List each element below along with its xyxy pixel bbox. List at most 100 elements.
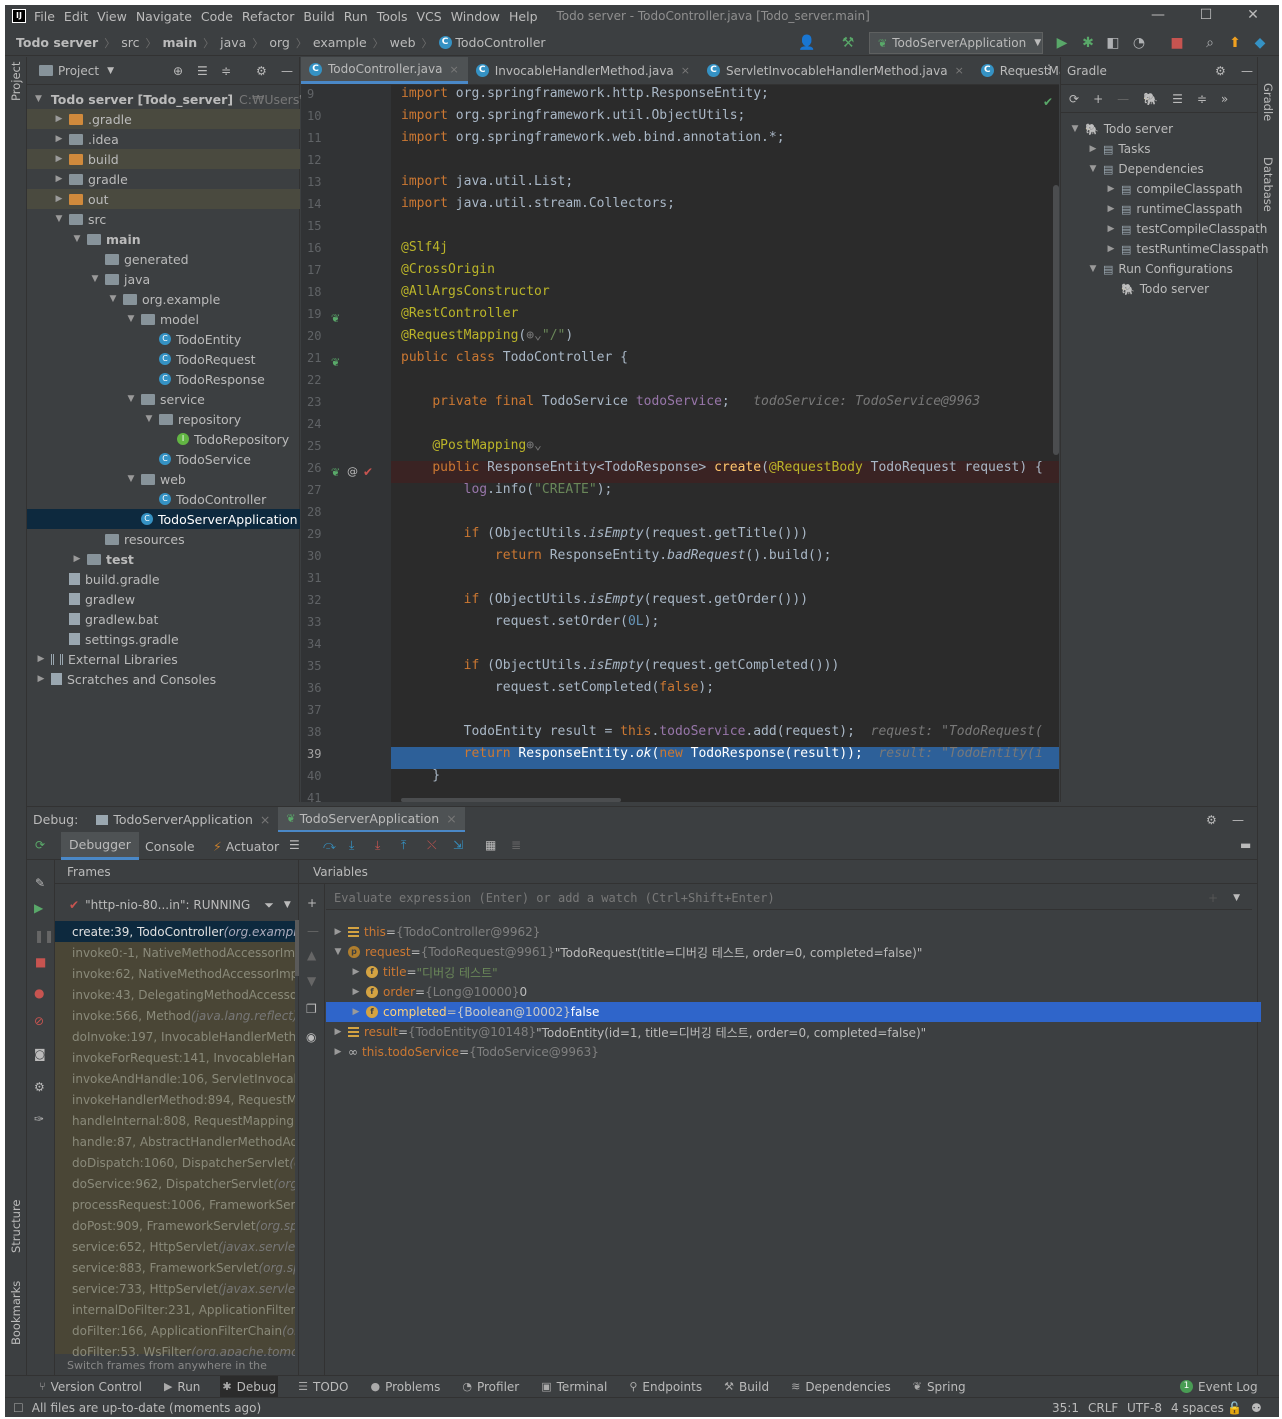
pause-icon[interactable]: ❚❚ — [34, 929, 54, 943]
code-line[interactable]: @RestController — [401, 306, 518, 321]
project-root-row[interactable]: ▼ Todo server [Todo_server] C:₩Users₩als… — [27, 89, 340, 109]
stack-frame[interactable]: invokeForRequest:141, InvocableHandlerM — [55, 1047, 295, 1068]
inspector-icon[interactable]: ⚉ — [1251, 1401, 1262, 1415]
menu-build[interactable]: Build — [303, 9, 334, 24]
code-line[interactable]: import java.util.List; — [401, 174, 573, 189]
breakpoint-icon[interactable]: ✔ — [363, 465, 373, 479]
close-icon[interactable]: × — [446, 811, 456, 826]
view-breakpoints-icon[interactable]: ● — [34, 986, 44, 1000]
variable-row[interactable]: ▶ f order = {Long@10000} 0 — [326, 982, 1261, 1002]
watch-eye-icon[interactable]: ◉ — [306, 1030, 316, 1044]
step-into-icon[interactable]: ⤓ — [349, 838, 354, 853]
chevron-down-icon[interactable]: ⌄ — [1017, 63, 1025, 74]
update-icon[interactable]: ⬆ — [1225, 33, 1245, 53]
tab-debugger[interactable]: Debugger — [61, 832, 139, 860]
chevron-right-icon[interactable]: ▶ — [1105, 224, 1117, 234]
debug-session-tab[interactable]: TodoServerApplication × — [88, 807, 278, 833]
spring-bean-icon[interactable]: ❦ — [331, 312, 340, 325]
code-line[interactable]: public ResponseEntity<TodoResponse> crea… — [401, 460, 1043, 475]
gear-icon[interactable]: ⚙ — [256, 64, 267, 78]
stack-frame[interactable]: invokeAndHandle:106, ServletInvocableH — [55, 1068, 295, 1089]
minimize-icon[interactable]: — — [1135, 5, 1181, 27]
file-encoding[interactable]: UTF-8 — [1127, 1401, 1162, 1415]
project-stripe-button[interactable]: Project — [9, 62, 23, 101]
variable-row[interactable]: ▶ f title = "디버깅 테스트" — [326, 962, 1261, 982]
project-tree-item[interactable]: gradlew — [27, 589, 300, 609]
chevron-right-icon[interactable]: ▶ — [53, 154, 65, 164]
chevron-right-icon[interactable]: ▶ — [35, 674, 47, 684]
lock-icon[interactable]: 🔓 — [1227, 1401, 1242, 1415]
close-icon[interactable]: × — [681, 64, 690, 77]
chevron-right-icon[interactable]: ▶ — [71, 554, 83, 564]
remove-icon[interactable]: — — [1117, 92, 1129, 106]
gradle-elephant-icon[interactable]: 🐘 — [1143, 92, 1158, 106]
chevron-down-icon[interactable]: ▼ — [1069, 124, 1081, 134]
remove-watch-icon[interactable]: — — [307, 924, 319, 938]
evaluate-icon[interactable]: ▦ — [485, 838, 496, 852]
chevron-right-icon[interactable]: ▶ — [53, 194, 65, 204]
code-line[interactable]: @RequestMapping(⊕⌄"/") — [401, 328, 573, 343]
code-line[interactable]: request.setCompleted(false); — [401, 680, 714, 695]
menu-view[interactable]: View — [97, 9, 127, 24]
trace-icon[interactable]: ≣ — [511, 838, 521, 852]
expand-all-icon[interactable]: ☰ — [1172, 92, 1183, 106]
chevron-down-icon[interactable]: ▼ — [125, 474, 137, 484]
editor-tab[interactable]: C TodoController.java × — [301, 57, 468, 84]
build-hammer-icon[interactable]: ⚒ — [838, 33, 858, 53]
menu-navigate[interactable]: Navigate — [136, 9, 192, 24]
stack-frame[interactable]: service:883, FrameworkServlet (org.sprin… — [55, 1257, 295, 1278]
chevron-right-icon[interactable]: ▶ — [350, 967, 362, 977]
variable-row[interactable]: ▼ p request = {TodoRequest@9961} "TodoRequ… — [326, 942, 1261, 962]
editor-tab[interactable]: C InvocableHandlerMethod.java × — [468, 57, 699, 84]
code-line[interactable]: if (ObjectUtils.isEmpty(request.getOrder… — [401, 592, 808, 607]
stack-frame[interactable]: invokeHandlerMethod:894, RequestMapp — [55, 1089, 295, 1110]
hide-icon[interactable]: — — [1241, 64, 1253, 78]
close-icon[interactable]: × — [449, 63, 458, 76]
gradle-tree-item[interactable]: ▼ ▤ Dependencies — [1087, 159, 1204, 179]
code-line[interactable]: } — [401, 768, 440, 783]
search-icon[interactable]: ⌕ — [1200, 33, 1220, 53]
chevron-down-icon[interactable]: ▼ — [284, 900, 291, 910]
spring-bean-icon[interactable]: ❦ — [331, 356, 340, 369]
gear-icon[interactable]: ⚙ — [1206, 813, 1217, 827]
chevron-right-icon[interactable]: ▶ — [53, 134, 65, 144]
project-tree-item[interactable]: C TodoService — [27, 449, 300, 469]
chevron-down-icon[interactable]: ▼ — [107, 66, 114, 76]
chevron-down-icon[interactable]: ▼ — [125, 314, 137, 324]
chevron-down-icon[interactable]: ▼ — [143, 414, 155, 424]
breadcrumb-org[interactable]: org — [269, 35, 290, 50]
force-step-into-icon[interactable]: ⤓ — [375, 838, 380, 853]
stack-frame[interactable]: invoke:62, NativeMethodAccessorImpl (j — [55, 963, 295, 984]
stack-frame[interactable]: service:733, HttpServlet (javax.servlet.… — [55, 1278, 295, 1299]
wrench-icon[interactable]: ✎ — [35, 876, 45, 890]
chevron-right-icon[interactable]: ▶ — [350, 987, 362, 997]
project-tree-item[interactable]: settings.gradle — [27, 629, 300, 649]
breadcrumb-class[interactable]: TodoController — [455, 35, 545, 50]
bookmarks-stripe-button[interactable]: Bookmarks — [9, 1281, 23, 1345]
chevron-down-icon[interactable]: ▼ — [107, 294, 119, 304]
variable-row[interactable]: ▶ ∞ this.todoService = {TodoService@9963} — [326, 1042, 1261, 1062]
menu-help[interactable]: Help — [509, 9, 538, 24]
debug-session-tab-active[interactable]: ❦ TodoServerApplication × — [278, 806, 465, 833]
pin-icon[interactable]: ✑ — [34, 1112, 44, 1126]
code-line[interactable]: log.info("CREATE"); — [401, 482, 613, 497]
gear-icon[interactable]: ⚙ — [1215, 64, 1226, 78]
project-tree-item[interactable]: ▶ External Libraries — [27, 649, 300, 669]
run-configuration-select[interactable]: ❦ TodoServerApplication ▼ — [869, 32, 1043, 54]
chevron-down-icon[interactable]: ▼ — [332, 947, 344, 957]
project-tree-item[interactable]: ▶ out — [27, 189, 300, 209]
project-tree-item[interactable]: ▼ repository — [27, 409, 300, 429]
settings-icon[interactable]: ⚙ — [34, 1080, 45, 1094]
stop-icon[interactable]: ■ — [1167, 33, 1187, 53]
project-tree-item[interactable]: C TodoController — [27, 489, 300, 509]
menu-refactor[interactable]: Refactor — [242, 9, 294, 24]
project-tree-item[interactable]: ▼ java — [27, 269, 300, 289]
line-separator[interactable]: CRLF — [1088, 1401, 1118, 1415]
status-toggle-icon[interactable]: ☐ — [13, 1401, 24, 1415]
chevron-right-icon[interactable]: ▶ — [350, 1007, 362, 1017]
gradle-tree-item[interactable]: ▶ ▤ runtimeClasspath — [1105, 199, 1243, 219]
stack-frame[interactable]: invoke:43, DelegatingMethodAccessorImp — [55, 984, 295, 1005]
code-line[interactable]: import org.springframework.web.bind.anno… — [401, 130, 785, 145]
more-icon[interactable]: » — [1221, 92, 1228, 106]
step-over-icon[interactable]: ⤼ — [323, 838, 336, 853]
